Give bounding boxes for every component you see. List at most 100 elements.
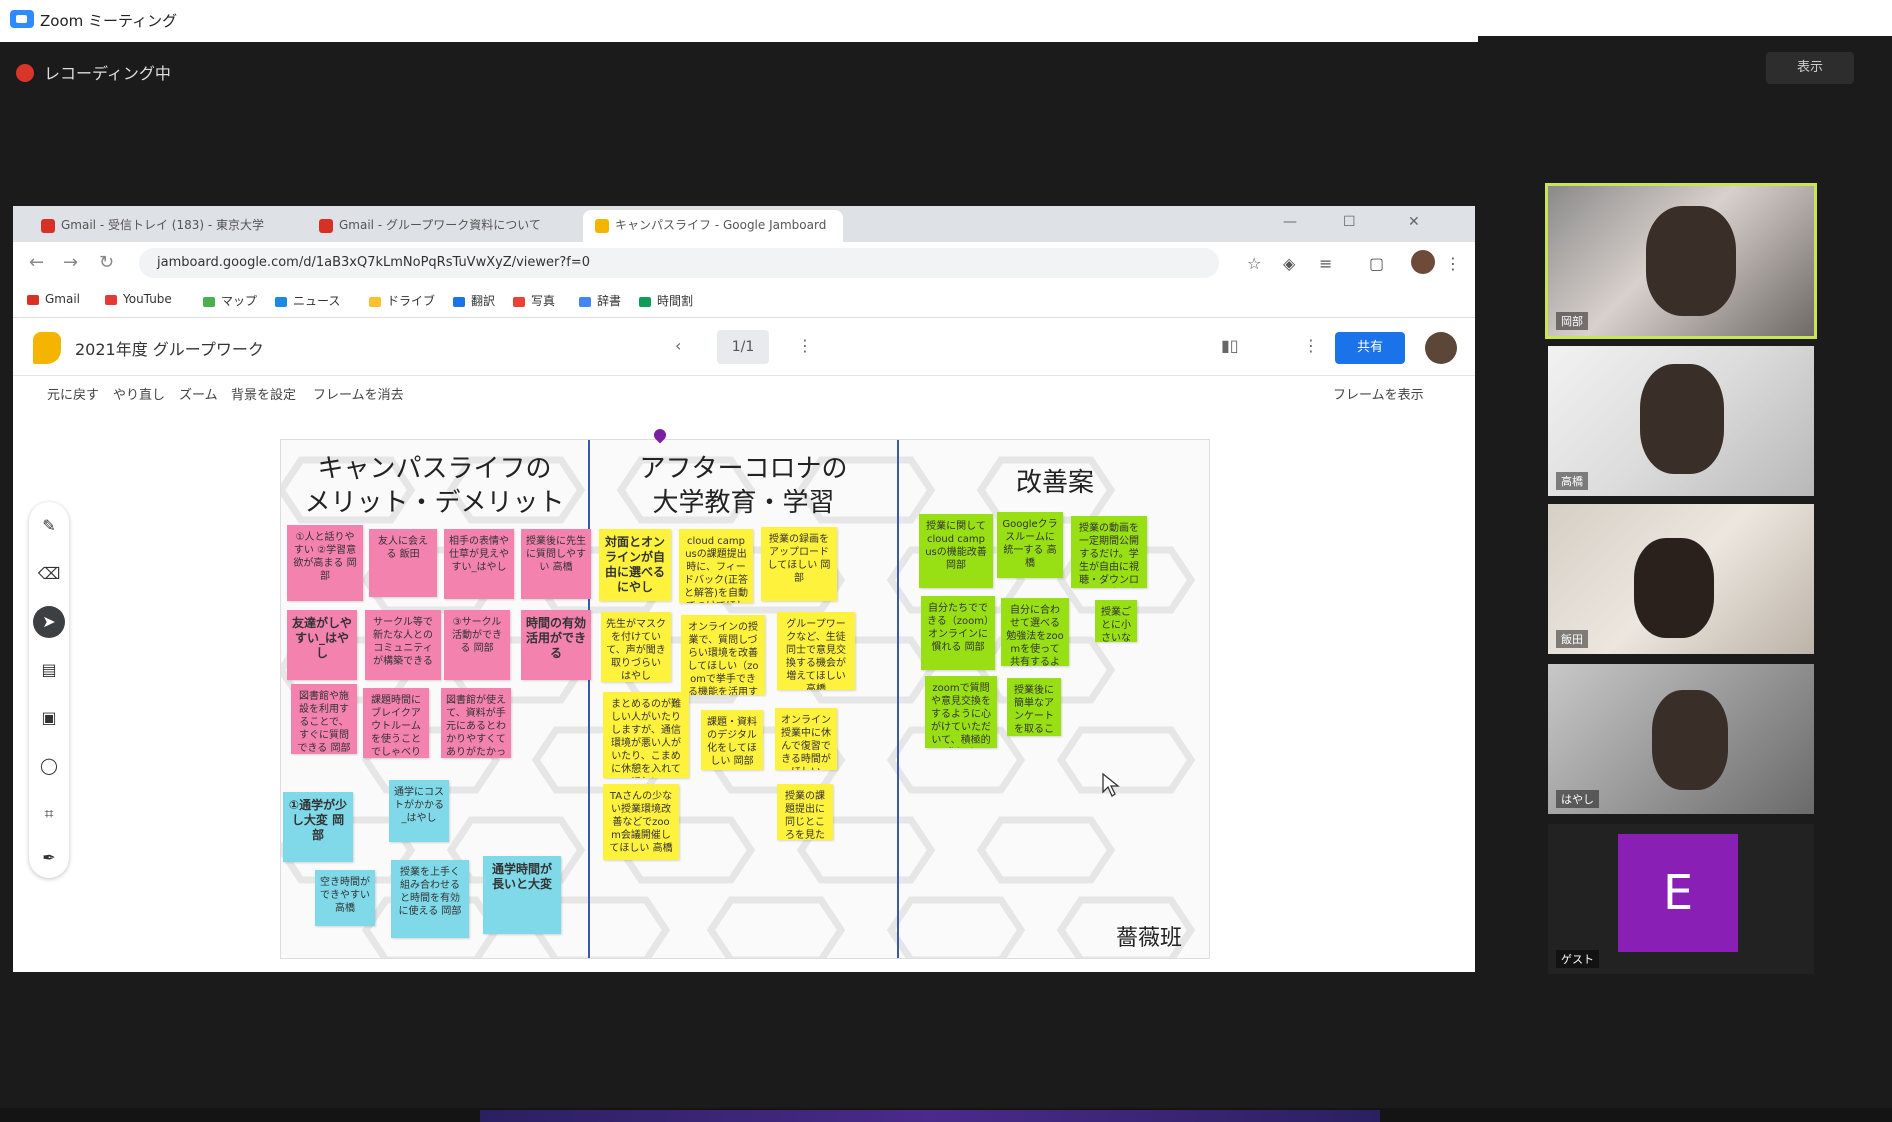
bookmark-item[interactable]: ドライブ bbox=[369, 292, 435, 309]
text-box-icon[interactable]: ⌗ bbox=[33, 798, 65, 830]
participant-tile[interactable]: はやし bbox=[1548, 664, 1814, 814]
sticky-note[interactable]: オンライン授業中に休んで復習できる時間がほしい bbox=[775, 708, 837, 770]
prev-frame-icon[interactable]: ‹ bbox=[675, 336, 681, 355]
mouse-cursor-icon bbox=[1102, 772, 1120, 797]
participant-tile[interactable]: E ゲスト bbox=[1548, 824, 1814, 974]
desktop-wallpaper-strip bbox=[0, 1108, 1892, 1122]
sticky-note-icon[interactable]: ▤ bbox=[33, 654, 65, 686]
sticky-note[interactable]: 時間の有効活用ができる bbox=[521, 610, 591, 680]
bookmark-item[interactable]: マップ bbox=[203, 292, 257, 309]
menu-lines-icon[interactable]: ≡ bbox=[1319, 254, 1332, 273]
reload-icon[interactable]: ↻ bbox=[99, 252, 114, 273]
tool-rail: ✎ ⌫ ➤ ▤ ▣ ◯ ⌗ ✒ bbox=[29, 502, 69, 878]
sticky-note[interactable]: サークル等で新たな人とのコミュニティが構築できる bbox=[365, 610, 441, 680]
next-frame-icon[interactable]: ⋮ bbox=[797, 336, 813, 355]
browser-tab-1[interactable]: Gmail - グループワーク資料について bbox=[307, 210, 579, 242]
participant-video bbox=[1640, 364, 1724, 474]
redo-button[interactable]: やり直し bbox=[113, 384, 165, 403]
zoom-button[interactable]: ズーム bbox=[179, 384, 218, 403]
image-icon[interactable]: ▣ bbox=[33, 702, 65, 734]
sticky-note[interactable]: 相手の表情や仕草が見えやすい_はやし bbox=[444, 529, 514, 599]
forward-icon[interactable]: → bbox=[63, 252, 78, 273]
sticky-note[interactable]: 空き時間ができやすい 高橋 bbox=[315, 870, 375, 926]
bookmark-item[interactable]: ニュース bbox=[275, 292, 340, 309]
more-icon[interactable]: ⋮ bbox=[1445, 254, 1461, 273]
sticky-note[interactable]: 先生がマスクを付けていて、声が聞き取りづらい はやし bbox=[601, 612, 671, 682]
sticky-note[interactable]: 通学にコストがかかる_はやし bbox=[389, 780, 449, 842]
sticky-note[interactable]: 課題・資料のデジタル化をしてほしい 岡部 bbox=[701, 710, 763, 770]
participant-name: 飯田 bbox=[1556, 630, 1588, 648]
sticky-note[interactable]: 授業の録画をアップロードしてほしい 岡部 bbox=[761, 527, 837, 601]
sticky-note[interactable]: 自分に合わせて選べる勉強法をzoomを使って共有するように 高橋 bbox=[1001, 598, 1069, 666]
sticky-note[interactable]: TAさんの少ない授業環境改善などでzoom会議開催してほしい 高橋 bbox=[603, 784, 679, 860]
sticky-note[interactable]: 通学時間が長いと大変 bbox=[483, 856, 561, 934]
avatar[interactable] bbox=[1425, 332, 1457, 364]
signature: 薔薇班 bbox=[1116, 926, 1183, 951]
sticky-note[interactable]: 課題時間にブレイクアウトルームを使うことでしゃべりやすい環境作りをしている bbox=[363, 688, 429, 758]
sticky-note[interactable]: 授業後に先生に質問しやすい 高橋 bbox=[521, 529, 591, 599]
minimize-icon[interactable]: — bbox=[1283, 214, 1297, 230]
bookmark-item[interactable]: Gmail bbox=[27, 292, 80, 306]
select-icon[interactable]: ➤ bbox=[33, 606, 65, 638]
participant-tile[interactable]: 高橋 bbox=[1548, 346, 1814, 496]
bookmark-item[interactable]: 辞書 bbox=[579, 292, 621, 309]
sticky-note[interactable]: 友達がしやすい_はやし bbox=[287, 610, 357, 680]
jamboard-logo-icon bbox=[33, 332, 61, 364]
back-icon[interactable]: ← bbox=[29, 252, 44, 273]
sticky-note[interactable]: オンラインの授業で、質問しづらい環境を改善してほしい（zoomで挙手できる機能を… bbox=[681, 615, 765, 695]
extension-icon[interactable]: ◈ bbox=[1283, 254, 1295, 273]
profile-avatar[interactable] bbox=[1411, 250, 1435, 274]
sticky-note[interactable]: 対面とオンラインが自由に選べるにやし bbox=[599, 529, 671, 601]
present-icon[interactable]: ▮▯ bbox=[1221, 336, 1239, 355]
frame-counter[interactable]: 1/1 bbox=[717, 330, 769, 364]
browser-tab-0[interactable]: Gmail - 受信トレイ (183) - 東京大学 bbox=[29, 210, 301, 242]
column-divider bbox=[897, 440, 899, 958]
sticky-note[interactable]: 授業の動画を一定期間公開するだけ。学生が自由に視聴・ダウンロードできるようにして… bbox=[1071, 516, 1147, 588]
sticky-note[interactable]: 図書館や施設を利用することで、すぐに質問できる 岡部 bbox=[291, 684, 357, 754]
maximize-icon[interactable]: ☐ bbox=[1343, 214, 1356, 230]
eraser-icon[interactable]: ⌫ bbox=[33, 558, 65, 590]
sticky-note[interactable]: Googleクラスルームに統一する 高橋 bbox=[997, 512, 1063, 578]
bookmark-item[interactable]: 翻訳 bbox=[453, 292, 495, 309]
share-button[interactable]: 共有 bbox=[1335, 332, 1405, 364]
sticky-note[interactable]: zoomで質問や意見交換をするように心がけていただいて、積極的に参加する 岡部 bbox=[925, 676, 997, 748]
sticky-note[interactable]: 友人に会える 飯田 bbox=[369, 529, 437, 597]
clear-frame-button[interactable]: フレームを消去 bbox=[313, 384, 404, 403]
sticky-note[interactable]: グループワークなど、生徒同士で意見交換する機会が増えてほしい 高橋 bbox=[777, 612, 855, 690]
more-options-icon[interactable]: ⋮ bbox=[1303, 336, 1319, 355]
circle-icon[interactable]: ◯ bbox=[33, 750, 65, 782]
browser-tab-2[interactable]: キャンパスライフ - Google Jamboard bbox=[583, 210, 843, 242]
close-icon[interactable]: ✕ bbox=[1408, 214, 1420, 230]
participant-tile[interactable]: 飯田 bbox=[1548, 504, 1814, 654]
sticky-note[interactable]: 授業後に簡単なアンケートを取ることで、授業の改善につなげる bbox=[1007, 678, 1061, 736]
pen-icon[interactable]: ✎ bbox=[33, 510, 65, 542]
sticky-note[interactable]: ③サークル活動ができる 岡部 bbox=[444, 610, 510, 680]
url-field[interactable]: jamboard.google.com/d/1aB3xQ7kLmNoPqRsTu… bbox=[139, 248, 1219, 278]
sticky-note[interactable]: 授業の課題提出に同じところを見たり、できるようにしてほしい bbox=[777, 784, 833, 840]
view-button[interactable]: 表示 bbox=[1766, 52, 1854, 84]
participant-tile[interactable]: 岡部 bbox=[1545, 183, 1817, 339]
participant-name: ゲスト bbox=[1556, 950, 1599, 968]
sticky-note[interactable]: cloud campusの課題提出時に、フィードバック(正答と解答)を自動でつけ… bbox=[679, 529, 753, 603]
set-background-button[interactable]: 背景を設定 bbox=[231, 384, 296, 403]
jamboard-frame: キャンパスライフの メリット・デメリット アフターコロナの 大学教育・学習 改善… bbox=[280, 439, 1210, 959]
bookmark-item[interactable]: YouTube bbox=[105, 292, 172, 306]
jamboard-title[interactable]: 2021年度 グループワーク bbox=[75, 336, 264, 360]
gmail-icon bbox=[319, 219, 333, 233]
bookmark-item[interactable]: 時間割 bbox=[639, 292, 693, 309]
bookmark-star-icon[interactable]: ☆ bbox=[1247, 254, 1261, 273]
sticky-note[interactable]: 授業ごとに小さいな課題を出す bbox=[1095, 600, 1137, 642]
sticky-note[interactable]: ①通学が少し大変 岡部 bbox=[283, 792, 353, 862]
sticky-note[interactable]: 授業に関してcloud campusの機能改善 岡部 bbox=[919, 514, 993, 588]
show-frames-button[interactable]: フレームを表示 bbox=[1333, 384, 1424, 403]
sticky-note[interactable]: 図書館が使えて、資料が手元にあるとわかりやすくてありがたかった bbox=[441, 688, 511, 758]
cast-icon[interactable]: ▢ bbox=[1369, 254, 1384, 273]
undo-button[interactable]: 元に戻す bbox=[47, 384, 99, 403]
jamboard-icon bbox=[595, 219, 609, 233]
sticky-note[interactable]: まとめるのが難しい人がいたりしますが、通信環境が悪い人がいたり、こまめに休憩を入… bbox=[603, 692, 689, 778]
laser-icon[interactable]: ✒ bbox=[33, 842, 65, 874]
sticky-note[interactable]: 自分たちでできる（zoom）オンラインに慣れる 岡部 bbox=[921, 596, 995, 670]
sticky-note[interactable]: 授業を上手く組み合わせると時間を有効に使える 岡部 bbox=[391, 860, 469, 938]
sticky-note[interactable]: ①人と話りやすい ②学習意欲が高まる 岡部 bbox=[287, 525, 363, 601]
bookmark-item[interactable]: 写真 bbox=[513, 292, 555, 309]
